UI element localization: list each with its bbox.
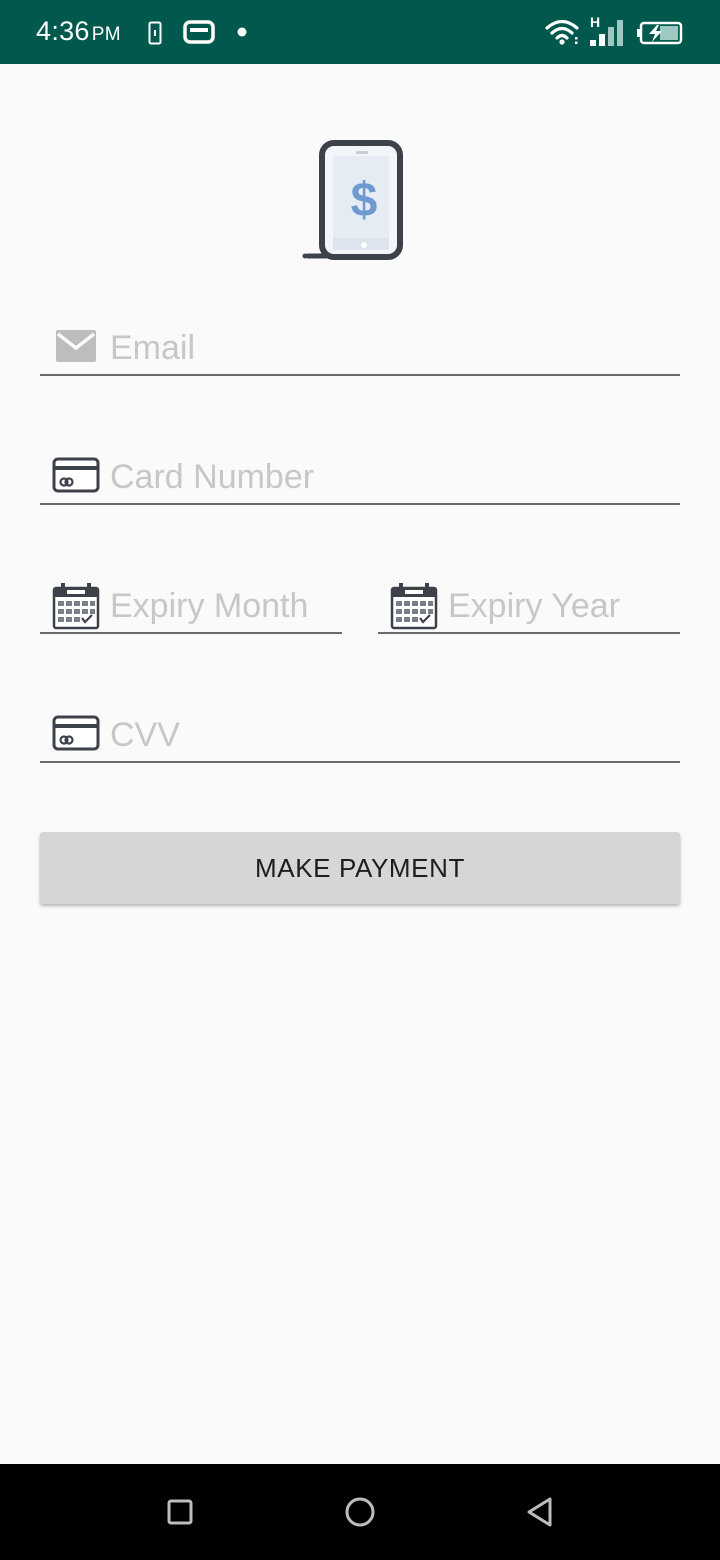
card-number-input[interactable]	[110, 455, 674, 499]
signal-icon	[590, 20, 623, 46]
status-bar: 4:36 PM H	[0, 0, 720, 64]
expiry-month-field	[40, 583, 342, 634]
calendar-icon	[390, 583, 438, 630]
battery-charging-icon	[637, 21, 683, 45]
sim-card-icon	[148, 21, 162, 45]
email-icon	[56, 330, 96, 362]
make-payment-button[interactable]: MAKE PAYMENT	[40, 832, 680, 904]
expiry-year-field	[378, 583, 680, 634]
svg-text:$: $	[351, 174, 378, 227]
email-input[interactable]	[110, 326, 674, 370]
mobile-payment-dollar-icon: $	[302, 140, 403, 260]
credit-card-icon	[52, 715, 100, 751]
payment-screen: $ Email Card Number Expiry Month Expiry …	[0, 64, 720, 1464]
cvv-input[interactable]	[110, 713, 674, 757]
navigation-bar	[0, 1464, 720, 1560]
back-triangle-icon[interactable]	[520, 1492, 560, 1532]
home-circle-icon[interactable]	[340, 1492, 380, 1532]
wifi-icon	[545, 19, 579, 45]
credit-card-icon	[52, 457, 100, 493]
email-field	[40, 326, 680, 376]
recents-square-icon[interactable]	[160, 1492, 200, 1532]
status-time: 4:36 PM	[36, 16, 121, 47]
card-number-field	[40, 455, 680, 505]
clock-time: 4:36	[36, 16, 90, 46]
expiry-year-input[interactable]	[448, 584, 674, 628]
cast-icon	[183, 20, 215, 44]
cvv-field	[40, 713, 680, 763]
calendar-icon	[52, 583, 100, 630]
expiry-month-input[interactable]	[110, 584, 336, 628]
notification-dot-icon	[237, 27, 247, 37]
clock-ampm: PM	[91, 24, 121, 45]
